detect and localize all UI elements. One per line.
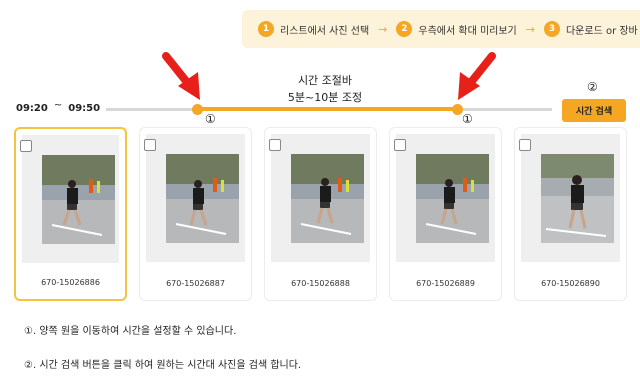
photo-checkbox[interactable] bbox=[519, 139, 531, 151]
step-3: 3 다운로드 or 장바 bbox=[543, 21, 638, 37]
photo-id: 670-15026886 bbox=[41, 278, 100, 287]
photo-card[interactable]: 670-15026887 bbox=[139, 127, 252, 301]
time-slider-start-handle[interactable] bbox=[192, 104, 203, 115]
step-1-label: 리스트에서 사진 선택 bbox=[280, 25, 370, 37]
photo-id: 670-15026889 bbox=[416, 279, 475, 288]
slider-title: 시간 조절바 5분~10분 조정 bbox=[250, 72, 400, 106]
slider-title-sub: 5분~10분 조정 bbox=[287, 91, 363, 104]
step-3-label: 다운로드 or 장바 bbox=[565, 25, 638, 37]
step-1: 1 리스트에서 사진 선택 bbox=[258, 21, 369, 37]
marker-1-label: ① bbox=[205, 112, 216, 126]
runner-photo bbox=[166, 154, 239, 243]
photo-list: 670-15026886 670-15026887 670-15026888 6… bbox=[14, 127, 640, 301]
photo-card[interactable]: 670-15026886 bbox=[14, 127, 127, 301]
photo-thumbnail[interactable] bbox=[396, 134, 495, 262]
marker-1-label: ① bbox=[462, 112, 473, 126]
time-separator: ~ bbox=[53, 100, 63, 111]
time-search-button[interactable]: 시간 검색 bbox=[562, 99, 626, 122]
step-1-number: 1 bbox=[258, 21, 274, 37]
slider-title-main: 시간 조절바 bbox=[297, 74, 353, 87]
photo-thumbnail[interactable] bbox=[146, 134, 245, 262]
time-slider-range bbox=[197, 107, 458, 111]
red-arrow-icon bbox=[458, 52, 496, 100]
runner-photo bbox=[291, 154, 364, 243]
note-1: ①. 양쪽 원을 이동하여 시간을 설정할 수 있습니다. bbox=[24, 326, 237, 337]
photo-id: 670-15026890 bbox=[541, 279, 600, 288]
note-2: ②. 시간 검색 버튼을 클릭 하여 원하는 시간대 사진을 검색 합니다. bbox=[24, 360, 302, 371]
photo-thumbnail[interactable] bbox=[22, 135, 119, 263]
marker-2-label: ② bbox=[587, 80, 598, 94]
time-range: 09:20 ~09:50 bbox=[16, 100, 101, 114]
photo-checkbox[interactable] bbox=[394, 139, 406, 151]
step-arrow-icon: → bbox=[525, 22, 535, 36]
step-2-number: 2 bbox=[396, 21, 413, 37]
photo-card[interactable]: 670-15026890 bbox=[514, 127, 627, 301]
photo-thumbnail[interactable] bbox=[521, 134, 620, 262]
photo-checkbox[interactable] bbox=[269, 139, 281, 151]
photo-id: 670-15026887 bbox=[166, 279, 225, 288]
photo-checkbox[interactable] bbox=[20, 140, 32, 152]
step-2: 2 우측에서 확대 미리보기 bbox=[396, 21, 517, 37]
photo-thumbnail[interactable] bbox=[271, 134, 370, 262]
runner-photo bbox=[42, 155, 115, 244]
time-end: 09:50 bbox=[68, 103, 101, 114]
steps-guide: 1 리스트에서 사진 선택 → 2 우측에서 확대 미리보기 → 3 다운로드 … bbox=[242, 10, 640, 48]
photo-card[interactable]: 670-15026889 bbox=[389, 127, 502, 301]
step-2-label: 우측에서 확대 미리보기 bbox=[418, 25, 517, 37]
runner-photo bbox=[416, 154, 489, 243]
photo-id: 670-15026888 bbox=[291, 279, 350, 288]
step-3-number: 3 bbox=[543, 21, 560, 37]
runner-photo bbox=[541, 154, 614, 243]
photo-card[interactable]: 670-15026888 bbox=[264, 127, 377, 301]
step-arrow-icon: → bbox=[378, 22, 388, 36]
time-start: 09:20 bbox=[16, 103, 48, 114]
photo-checkbox[interactable] bbox=[144, 139, 156, 151]
red-arrow-icon bbox=[162, 52, 200, 100]
